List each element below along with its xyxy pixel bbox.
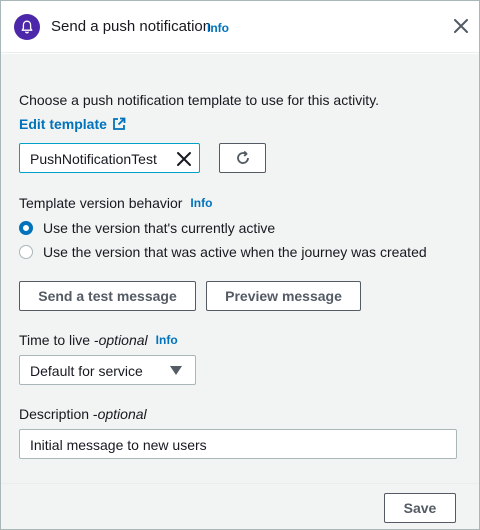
version-info-link[interactable]: Info [190,196,212,210]
panel-footer: Save [1,483,479,529]
description-value: Initial message to new users [30,437,207,453]
template-prompt: Choose a push notification template to u… [19,92,380,108]
version-label-row: Template version behavior Info [19,195,212,211]
bell-icon [14,14,40,40]
edit-template-link[interactable]: Edit template [19,116,126,132]
panel-header: Send a push notification Info [1,1,479,53]
ttl-label: Time to live - [19,332,99,348]
external-link-icon [112,117,126,131]
panel-body: Choose a push notification template to u… [1,54,479,483]
panel-title: Send a push notification [51,18,212,35]
save-button[interactable]: Save [384,493,456,523]
send-test-message-button[interactable]: Send a test message [19,281,196,311]
ttl-select[interactable]: Default for service [19,355,196,385]
radio-label-current[interactable]: Use the version that's currently active [43,220,275,236]
refresh-icon [235,150,251,166]
radio-version-journey-created[interactable] [19,245,33,259]
ttl-info-link[interactable]: Info [156,333,178,347]
ttl-label-row: Time to live - optional Info [19,332,178,348]
description-input[interactable]: Initial message to new users [19,429,457,459]
clear-icon[interactable] [176,151,192,167]
ttl-optional: optional [98,332,148,348]
preview-message-button[interactable]: Preview message [206,281,361,311]
version-label: Template version behavior [19,195,183,211]
refresh-button[interactable] [219,143,266,173]
description-optional: optional [97,406,147,422]
push-notification-panel: Send a push notification Info Choose a p… [0,0,480,530]
ttl-selected-value: Default for service [30,363,143,379]
radio-label-journey-created[interactable]: Use the version that was active when the… [43,244,427,260]
header-info-link[interactable]: Info [207,21,229,35]
caret-down-icon [170,366,182,375]
radio-version-current[interactable] [19,221,33,235]
template-select-input[interactable]: PushNotificationTest [19,143,200,173]
close-icon[interactable] [450,15,472,37]
description-label: Description - [19,406,98,422]
edit-template-label[interactable]: Edit template [19,116,107,132]
description-label-row: Description - optional [19,406,147,422]
template-value: PushNotificationTest [30,151,157,167]
